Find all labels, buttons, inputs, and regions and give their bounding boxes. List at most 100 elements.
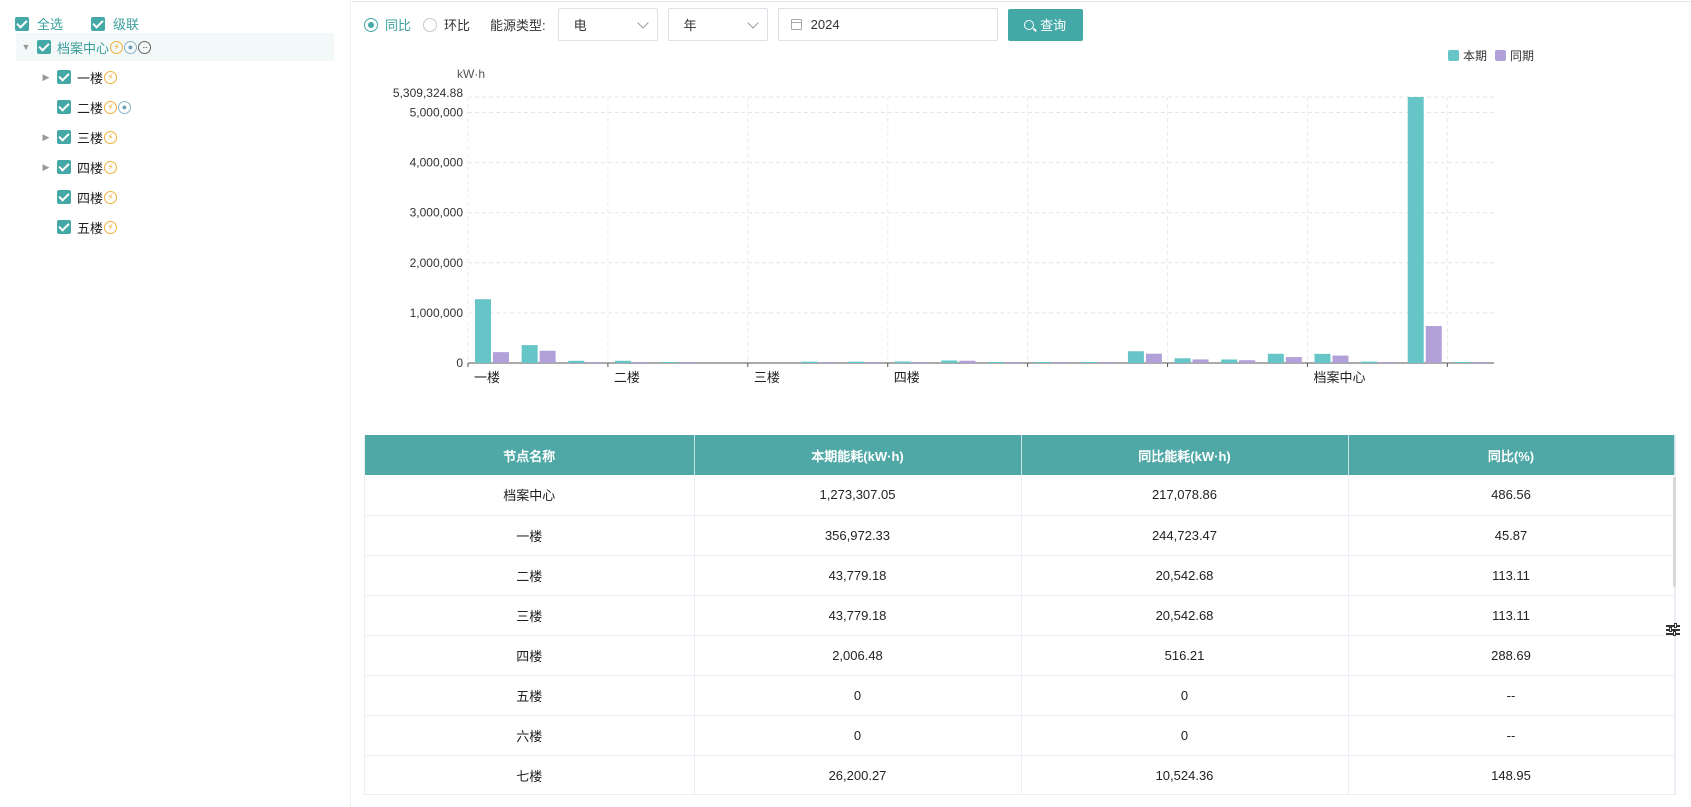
- table-cell: --: [1348, 675, 1675, 716]
- bar-current: [1221, 359, 1238, 363]
- table-cell: 217,078.86: [1021, 475, 1349, 516]
- more-icon[interactable]: ···: [138, 40, 152, 54]
- tree-node-label[interactable]: 四楼: [77, 158, 103, 177]
- bar-current: [1127, 351, 1144, 363]
- tree-node-label[interactable]: 二楼: [77, 98, 103, 117]
- table-header-row: 节点名称 本期能耗(kW·h) 同比能耗(kW·h) 同比(%): [365, 435, 1675, 475]
- tree-node-checkbox[interactable]: [57, 190, 71, 204]
- table-cell: 0: [694, 715, 1022, 756]
- column-settings-icon[interactable]: [1666, 623, 1680, 636]
- table-row[interactable]: 档案中心 1,273,307.05 217,078.86 486.56: [365, 475, 1675, 516]
- cascade-checkbox[interactable]: [91, 16, 106, 31]
- y-tick-label: 3,000,000: [410, 206, 464, 220]
- column-header[interactable]: 同比(%): [1348, 435, 1675, 475]
- main-content: 同比 环比 能源类型: 电 年 2024 查询 0 1,000,000 2,000,…: [352, 0, 1691, 807]
- calendar-icon: [790, 19, 802, 30]
- caret-right-icon[interactable]: ▶: [40, 71, 52, 83]
- caret-down-icon[interactable]: ▼: [20, 41, 32, 53]
- electricity-icon: ⚡: [104, 220, 118, 234]
- bar-current: [661, 362, 678, 363]
- table-cell: 一楼: [365, 515, 695, 556]
- table-cell: 0: [1021, 675, 1349, 716]
- y-tick-label: 5,000,000: [410, 105, 464, 119]
- table-cell: 43,779.18: [694, 595, 1022, 636]
- tree-node-label[interactable]: 档案中心: [57, 38, 109, 57]
- tree-node[interactable]: 二楼 ⚡ ●: [40, 93, 132, 121]
- energy-type-label: 能源类型:: [490, 18, 546, 33]
- tree-node[interactable]: 五楼 ⚡: [40, 213, 118, 241]
- bar-current: [1314, 353, 1331, 363]
- bar-same-period: [1379, 362, 1396, 363]
- column-header[interactable]: 节点名称: [365, 435, 695, 475]
- bar-current: [848, 361, 865, 363]
- table-cell: 45.87: [1348, 515, 1675, 556]
- tree-node-checkbox[interactable]: [57, 220, 71, 234]
- table-scrollbar[interactable]: [1673, 477, 1676, 587]
- table-cell: 七楼: [365, 755, 695, 794]
- caret-right-icon[interactable]: ▶: [40, 161, 52, 173]
- cascade-label[interactable]: 级联: [113, 14, 139, 33]
- mom-radio[interactable]: [423, 17, 438, 32]
- bar-same-period: [679, 362, 696, 363]
- table-row[interactable]: 六楼 0 0 --: [365, 715, 1675, 756]
- tree-node[interactable]: 四楼 ⚡: [40, 183, 118, 211]
- tree-node-root[interactable]: ▼ 档案中心 ⚡ ● ···: [16, 33, 334, 61]
- table-cell: 五楼: [365, 675, 695, 716]
- tree-node-label[interactable]: 五楼: [77, 218, 103, 237]
- electricity-icon: ⚡: [110, 40, 124, 54]
- period-select[interactable]: 年: [667, 8, 768, 41]
- energy-type-select[interactable]: 电: [557, 8, 658, 41]
- electricity-icon: ⚡: [104, 100, 118, 114]
- caret-right-icon[interactable]: ▶: [40, 131, 52, 143]
- divider: [352, 1, 1691, 2]
- column-header[interactable]: 同比能耗(kW·h): [1021, 435, 1349, 475]
- table-row[interactable]: 三楼 43,779.18 20,542.68 113.11: [365, 595, 1675, 636]
- query-button[interactable]: 查询: [1007, 8, 1083, 41]
- bar-same-period: [912, 362, 929, 363]
- yoy-radio[interactable]: [364, 17, 378, 32]
- table-row[interactable]: 五楼 0 0 --: [365, 675, 1675, 716]
- table-row[interactable]: 七楼 26,200.27 10,524.36 148.95: [365, 755, 1675, 794]
- year-picker[interactable]: 2024: [777, 8, 998, 41]
- select-all-checkbox[interactable]: [15, 16, 29, 31]
- bar-current: [521, 345, 538, 363]
- caret-spacer: [40, 191, 52, 203]
- tree-node-label[interactable]: 一楼: [77, 68, 103, 87]
- tree-node-label[interactable]: 四楼: [77, 188, 103, 207]
- tree-node[interactable]: ▶ 三楼 ⚡: [40, 123, 118, 151]
- yoy-radio-label[interactable]: 同比: [385, 15, 411, 34]
- table-row[interactable]: 四楼 2,006.48 516.21 288.69: [365, 635, 1675, 676]
- tree-node-label[interactable]: 三楼: [77, 128, 103, 147]
- table-cell: 二楼: [365, 555, 695, 596]
- bar-same-period: [1099, 362, 1116, 363]
- column-header[interactable]: 本期能耗(kW·h): [694, 435, 1022, 475]
- table-row[interactable]: 一楼 356,972.33 244,723.47 45.87: [365, 515, 1675, 556]
- caret-spacer: [40, 101, 52, 113]
- table-cell: 486.56: [1348, 475, 1675, 516]
- legend-label: 本期: [1463, 49, 1487, 63]
- energy-type-value: 电: [573, 18, 587, 33]
- table-row[interactable]: 二楼 43,779.18 20,542.68 113.11: [365, 555, 1675, 596]
- tree-node[interactable]: ▶ 四楼 ⚡: [40, 153, 118, 181]
- bar-current: [475, 299, 491, 363]
- electricity-icon: ⚡: [104, 190, 118, 204]
- legend-label: 同期: [1510, 49, 1534, 63]
- tree-node-checkbox[interactable]: [37, 40, 51, 54]
- select-all-label[interactable]: 全选: [37, 14, 63, 33]
- legend-swatch: [1495, 50, 1506, 61]
- tree-node[interactable]: ▶ 一楼 ⚡: [40, 63, 118, 91]
- table-cell: 148.95: [1348, 755, 1675, 794]
- bar-current: [1361, 361, 1378, 363]
- tree-node-checkbox[interactable]: [57, 100, 71, 114]
- tree-node-checkbox[interactable]: [57, 130, 71, 144]
- mom-radio-label[interactable]: 环比: [444, 15, 470, 34]
- energy-table: 节点名称 本期能耗(kW·h) 同比能耗(kW·h) 同比(%) 档案中心 1,273,…: [364, 435, 1676, 795]
- bar-current: [1267, 353, 1284, 363]
- table-cell: 113.11: [1348, 555, 1675, 596]
- tree-node-checkbox[interactable]: [57, 70, 71, 84]
- query-button-label: 查询: [1040, 18, 1067, 33]
- bar-same-period: [1006, 362, 1022, 363]
- bar-current: [614, 360, 631, 363]
- tree-node-checkbox[interactable]: [57, 160, 71, 174]
- caret-spacer: [40, 221, 52, 233]
